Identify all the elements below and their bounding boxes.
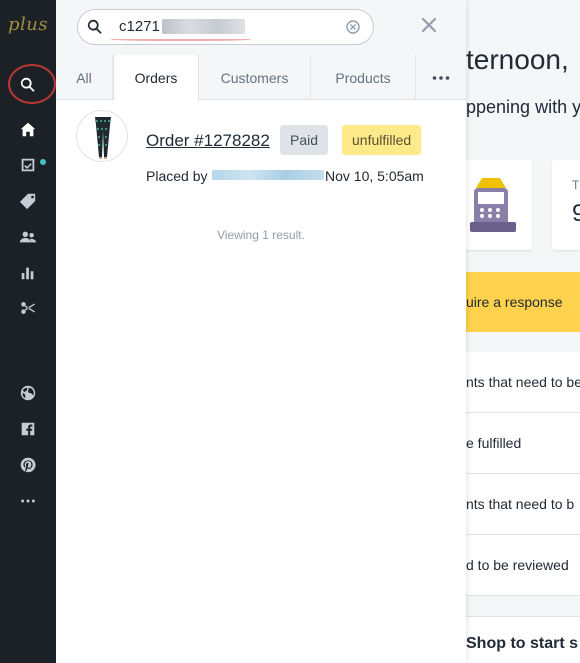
- search-panel: c1271 All Orders Customers Products Orde…: [56, 0, 466, 663]
- search-tabs: All Orders Customers Products: [56, 55, 466, 101]
- scissors-icon[interactable]: [18, 298, 38, 318]
- tab-orders[interactable]: Orders: [113, 55, 199, 101]
- orders-icon[interactable]: [18, 155, 38, 175]
- globe-icon[interactable]: [18, 383, 38, 403]
- brand-logo[interactable]: plus: [8, 14, 48, 35]
- order-date: Nov 10, 5:05am: [325, 168, 424, 184]
- dashboard-stat-card[interactable]: T 9: [552, 160, 580, 250]
- payment-status-badge: Paid: [280, 125, 329, 155]
- search-icon: [87, 19, 102, 34]
- attention-banner[interactable]: uire a response: [466, 272, 580, 332]
- redacted-customer-name: [212, 170, 324, 180]
- left-navigation: plus: [0, 0, 56, 663]
- home-icon[interactable]: [18, 120, 38, 140]
- close-icon: [421, 17, 437, 33]
- cash-register-icon: [470, 178, 516, 232]
- task-row[interactable]: d to be reviewed: [466, 535, 580, 596]
- task-row[interactable]: nts that need to be: [466, 352, 580, 413]
- facebook-icon[interactable]: [18, 419, 38, 439]
- dashboard-background: ternoon, ppening with y T 9 uire a respo…: [466, 0, 580, 663]
- product-thumbnail: [76, 110, 128, 162]
- orders-notification-dot: [40, 159, 46, 165]
- redacted-query-text: [162, 19, 245, 34]
- dashboard-card-illustration: [466, 160, 532, 250]
- tab-products[interactable]: Products: [311, 55, 416, 100]
- spellcheck-underline: [111, 37, 251, 41]
- fulfillment-status-badge: unfulfilled: [342, 125, 422, 155]
- more-dots-icon[interactable]: [18, 491, 38, 511]
- stat-card-label: T: [572, 178, 580, 192]
- clear-search-icon[interactable]: [346, 20, 360, 34]
- people-icon[interactable]: [18, 227, 38, 247]
- task-row[interactable]: e fulfilled: [466, 413, 580, 474]
- task-row[interactable]: nts that need to b: [466, 474, 580, 535]
- tab-all[interactable]: All: [56, 55, 113, 100]
- dashboard-task-list: nts that need to be e fulfilled nts that…: [466, 352, 580, 596]
- order-link[interactable]: Order #1278282: [146, 131, 270, 151]
- dashboard-bottom-heading: Shop to start s: [466, 635, 579, 652]
- stat-card-value: 9: [572, 200, 580, 227]
- more-dots-icon: [432, 75, 450, 80]
- tag-icon[interactable]: [18, 191, 38, 211]
- search-header: c1271: [56, 0, 466, 55]
- dashboard-greeting: ternoon,: [466, 44, 569, 75]
- search-icon[interactable]: [18, 75, 38, 95]
- bar-chart-icon[interactable]: [18, 263, 38, 283]
- dashboard-bottom-card: Shop to start s: [466, 616, 580, 663]
- dashboard-subtitle: ppening with y: [466, 97, 580, 117]
- pinterest-icon[interactable]: [18, 455, 38, 475]
- search-query-text: c1271: [119, 18, 160, 35]
- search-result-order[interactable]: Order #1278282 Paid unfulfilled Placed b…: [56, 100, 466, 200]
- tabs-more-button[interactable]: [416, 55, 466, 100]
- close-search-button[interactable]: [418, 14, 440, 36]
- leggings-image: [95, 117, 111, 159]
- search-input[interactable]: c1271: [77, 9, 374, 45]
- tab-customers[interactable]: Customers: [199, 55, 311, 100]
- results-count: Viewing 1 result.: [217, 228, 305, 242]
- placed-by-label: Placed by: [146, 168, 208, 184]
